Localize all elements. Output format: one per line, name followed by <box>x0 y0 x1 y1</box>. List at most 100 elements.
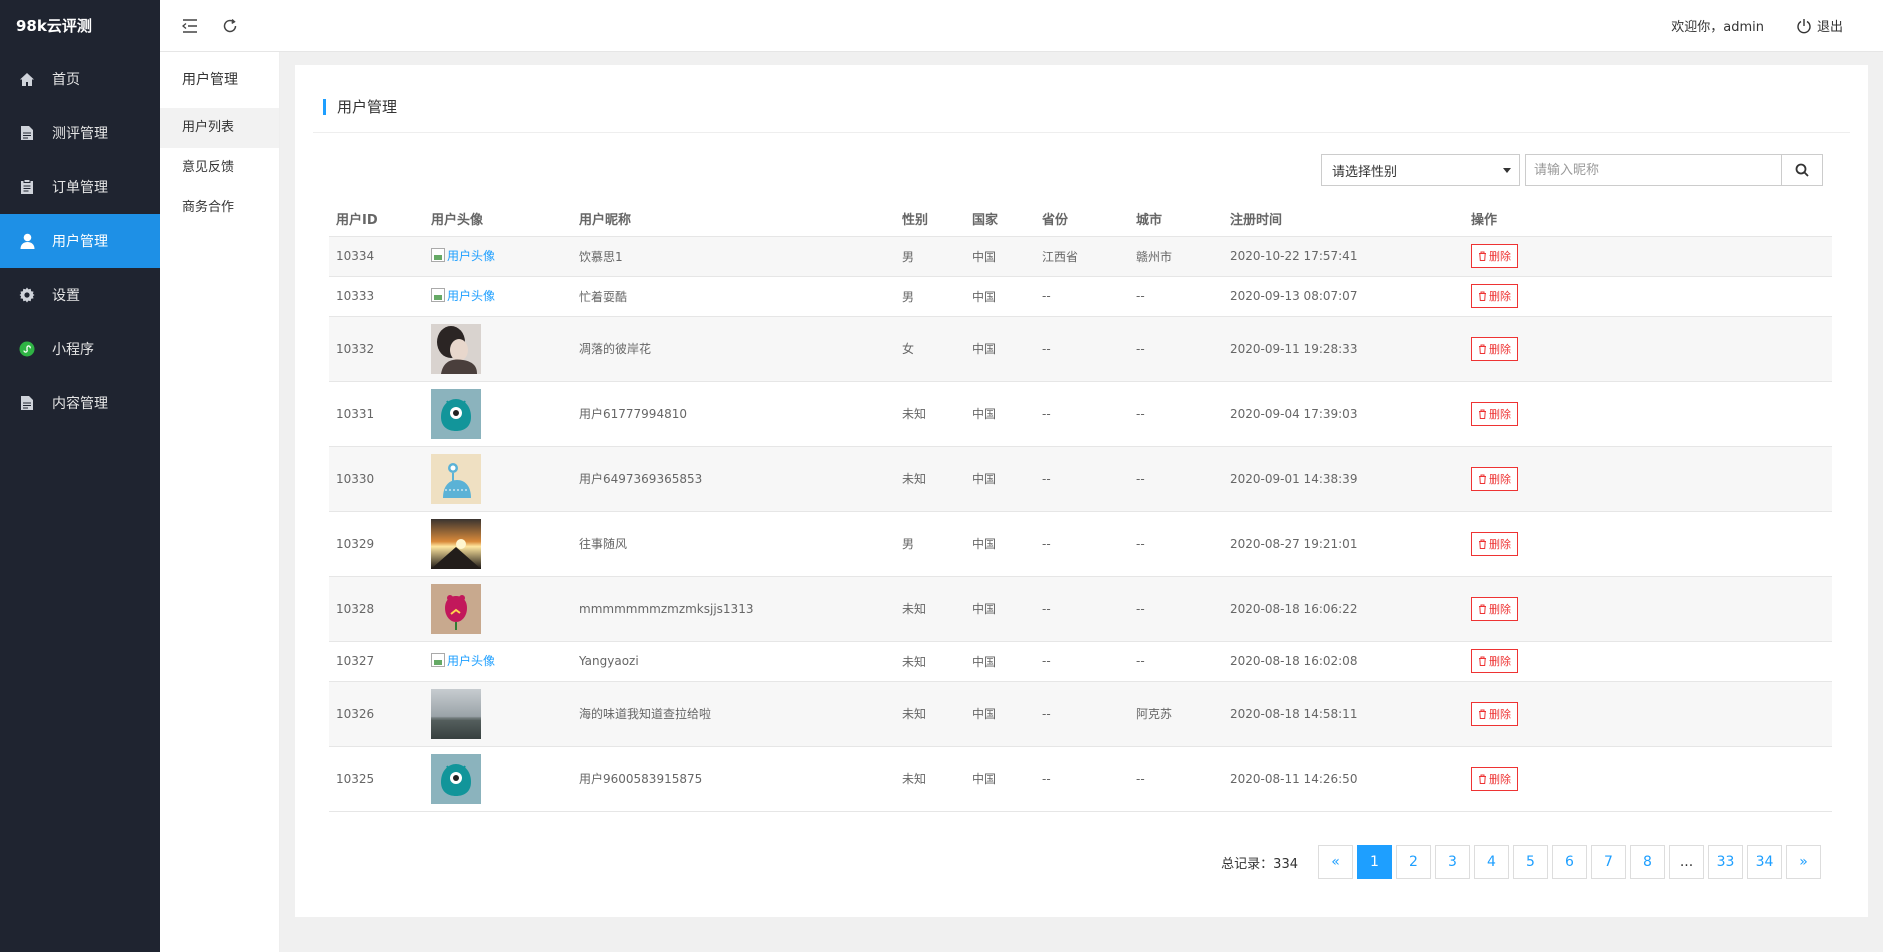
subnav-item-0[interactable]: 用户列表 <box>160 108 279 148</box>
table-row: 10327 用户头像 Yangyaozi 未知 中国 -- -- 2020-08-18 16:… <box>329 641 1832 682</box>
cell-registered: 2020-08-18 14:58:11 <box>1223 681 1464 747</box>
avatar <box>431 323 572 374</box>
avatar <box>431 453 572 504</box>
pagination-pages: «1 2 3 4 5 6 7 8... 33 34» <box>1314 845 1821 879</box>
page-button[interactable]: 34 <box>1747 845 1782 879</box>
cell-gender: 未知 <box>895 446 965 512</box>
avatar-alt-text: 用户头像 <box>447 248 496 263</box>
subnav-list: 用户列表 意见反馈 商务合作 <box>160 108 279 228</box>
cell-province: -- <box>1035 381 1129 447</box>
top-header: 欢迎你，admin 退出 <box>160 0 1883 52</box>
sidebar-item-2[interactable]: 订单管理 <box>0 160 160 214</box>
cell-actions: 删除 <box>1464 381 1832 447</box>
avatar-cell: 用户头像 <box>424 641 572 682</box>
pagination-ellipsis: ... <box>1669 845 1704 879</box>
delete-button[interactable]: 删除 <box>1471 284 1518 308</box>
table-row: 10333 用户头像 忙着耍酷男中国 -- -- 2020-09-13 08:07:07 删… <box>329 276 1832 317</box>
subnav-item-1[interactable]: 意见反馈 <box>160 148 279 188</box>
cell-city: -- <box>1129 276 1223 317</box>
trash-icon <box>1479 251 1486 261</box>
cell-city: -- <box>1129 316 1223 382</box>
delete-button[interactable]: 删除 <box>1471 336 1518 361</box>
cell-actions: 删除 <box>1464 276 1832 317</box>
cell-city: -- <box>1129 746 1223 812</box>
avatar-cell <box>424 511 572 577</box>
cell-nickname: 海的味道我知道查拉给啦 <box>572 681 895 747</box>
prev-page-button[interactable]: « <box>1318 845 1353 879</box>
subnav-title: 用户管理 <box>182 72 238 88</box>
cell-actions: 删除 <box>1464 681 1832 747</box>
cell-nickname: 用户61777994810 <box>572 381 895 447</box>
page-button[interactable]: 3 <box>1435 845 1470 879</box>
sidebar-item-4[interactable]: 设置 <box>0 268 160 322</box>
page-button[interactable]: 6 <box>1552 845 1587 879</box>
logout-button[interactable]: 退出 <box>1796 16 1843 35</box>
column-header: 注册时间 <box>1223 202 1464 237</box>
cell-nickname: 用户6497369365853 <box>572 446 895 512</box>
delete-button[interactable]: 删除 <box>1471 701 1518 726</box>
brand-logo[interactable]: 98k云评测 <box>0 0 160 52</box>
sidebar-item-6[interactable]: 内容管理 <box>0 376 160 430</box>
cell-id: 10329 <box>329 511 424 577</box>
cell-city: 阿克苏 <box>1129 681 1223 747</box>
subnav-item-2[interactable]: 商务合作 <box>160 188 279 228</box>
table-row: 10331 用户61777994810 未知 中国 -- -- 2020-09-04 17:… <box>329 381 1832 447</box>
cell-gender: 女 <box>895 316 965 382</box>
page-button[interactable]: 1 <box>1357 845 1392 879</box>
cell-actions: 删除 <box>1464 746 1832 812</box>
sidebar-item-0[interactable]: 首页 <box>0 52 160 106</box>
cell-actions: 删除 <box>1464 576 1832 642</box>
delete-button[interactable]: 删除 <box>1471 766 1518 791</box>
delete-label: 删除 <box>1489 772 1511 786</box>
cell-actions: 删除 <box>1464 446 1832 512</box>
cell-id: 10328 <box>329 576 424 642</box>
delete-button[interactable]: 删除 <box>1471 531 1518 556</box>
page-button[interactable]: 2 <box>1396 845 1431 879</box>
table-row: 10334 用户头像 饮慕思1 男中国 江西省 赣州市 2020-10-22 17:57:4… <box>329 236 1832 277</box>
page-button[interactable]: 4 <box>1474 845 1509 879</box>
home-icon <box>18 70 36 88</box>
sidebar-item-label: 用户管理 <box>52 234 108 250</box>
sidebar-item-5[interactable]: 小程序 <box>0 322 160 376</box>
refresh-icon <box>223 18 237 32</box>
delete-button[interactable]: 删除 <box>1471 649 1518 673</box>
cell-country: 中国 <box>965 511 1035 577</box>
cell-nickname: mmmmmmmzmzmksjjs1313 <box>572 576 895 642</box>
page-button[interactable]: 5 <box>1513 845 1548 879</box>
delete-button[interactable]: 删除 <box>1471 596 1518 621</box>
title-divider <box>313 132 1850 133</box>
cell-country: 中国 <box>965 236 1035 277</box>
welcome-text: 欢迎你，admin <box>1671 20 1764 35</box>
delete-button[interactable]: 删除 <box>1471 401 1518 426</box>
delete-button[interactable]: 删除 <box>1471 466 1518 491</box>
page-button[interactable]: 8 <box>1630 845 1665 879</box>
nickname-search-input[interactable] <box>1525 154 1781 186</box>
delete-button[interactable]: 删除 <box>1471 244 1518 268</box>
next-page-button[interactable]: » <box>1786 845 1821 879</box>
avatar: 用户头像 <box>431 652 495 669</box>
toggle-sidebar-button[interactable] <box>170 0 210 52</box>
sub-sidebar: 用户管理 用户列表 意见反馈 商务合作 <box>160 52 280 952</box>
column-header: 操作 <box>1464 202 1832 237</box>
search-button[interactable] <box>1781 154 1823 186</box>
sidebar-item-3[interactable]: 用户管理 <box>0 214 160 268</box>
cell-nickname: 用户9600583915875 <box>572 746 895 812</box>
cell-province: 江西省 <box>1035 236 1129 277</box>
table-row: 10325 用户9600583915875 未知 中国 -- -- 2020-08-11 1… <box>329 746 1832 812</box>
table-header-row: 用户ID 用户头像 用户昵称 性别 国家 省份 城市 注册时间 操作 <box>329 202 1832 237</box>
delete-label: 删除 <box>1489 290 1511 303</box>
cell-gender: 未知 <box>895 746 965 812</box>
gender-select[interactable]: 请选择性别 <box>1321 154 1520 186</box>
cell-country: 中国 <box>965 316 1035 382</box>
avatar-cell <box>424 446 572 512</box>
sidebar-item-1[interactable]: 测评管理 <box>0 106 160 160</box>
sidebar-item-label: 测评管理 <box>52 126 108 142</box>
page-button[interactable]: 7 <box>1591 845 1626 879</box>
cell-gender: 男 <box>895 276 965 317</box>
page-button[interactable]: 33 <box>1708 845 1743 879</box>
document-icon <box>18 124 36 142</box>
column-header: 城市 <box>1129 202 1223 237</box>
refresh-button[interactable] <box>210 0 250 52</box>
broken-image-icon <box>431 288 445 303</box>
avatar: 用户头像 <box>431 247 495 264</box>
